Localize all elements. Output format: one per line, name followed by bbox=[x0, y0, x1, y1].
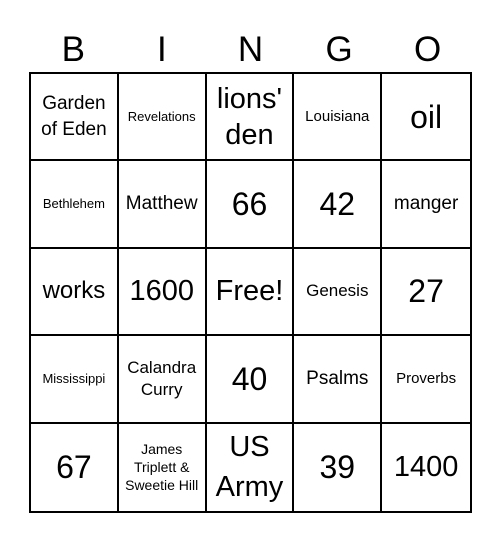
cell-text: 66 bbox=[231, 186, 268, 223]
bingo-cell[interactable]: Genesis bbox=[294, 248, 383, 337]
bingo-cell[interactable]: 67 bbox=[31, 423, 119, 511]
header-letter-o: O bbox=[414, 30, 442, 69]
bingo-cell[interactable]: 39 bbox=[294, 423, 383, 511]
cell-text: Matthew bbox=[125, 193, 198, 215]
cell-text: 40 bbox=[231, 360, 268, 397]
bingo-cell[interactable]: Calandra Curry bbox=[118, 336, 207, 424]
bingo-cell[interactable]: Bethlehem bbox=[31, 161, 119, 249]
cell-text: 27 bbox=[408, 273, 444, 310]
cell-text: oil bbox=[410, 98, 443, 135]
header-letter-g: G bbox=[325, 30, 353, 69]
cell-text: 39 bbox=[319, 449, 356, 486]
cell-text: manger bbox=[393, 193, 459, 215]
bingo-cell[interactable]: 40 bbox=[206, 336, 295, 424]
cell-text: Genesis bbox=[306, 281, 369, 301]
bingo-cell[interactable]: lions' den bbox=[206, 74, 295, 162]
bingo-cell[interactable]: US Army bbox=[207, 423, 295, 511]
bingo-cell[interactable]: Matthew bbox=[118, 161, 207, 249]
bingo-cell[interactable]: 1400 bbox=[382, 424, 470, 511]
cell-text: Revelations bbox=[127, 108, 196, 124]
cell-text: works bbox=[42, 277, 106, 305]
bingo-cell[interactable]: Psalms bbox=[294, 336, 383, 424]
cell-text: Calandra Curry bbox=[127, 357, 197, 399]
bingo-header: B I N G O bbox=[29, 28, 472, 72]
header-letter-b: B bbox=[61, 30, 85, 69]
bingo-cell[interactable]: 66 bbox=[206, 161, 295, 249]
free-space-cell[interactable]: Free! bbox=[206, 248, 295, 337]
cell-text: 67 bbox=[56, 449, 92, 486]
cell-text: Garden of Eden bbox=[41, 92, 107, 140]
cell-text: Psalms bbox=[306, 367, 369, 389]
bingo-cell[interactable]: Proverbs bbox=[382, 336, 470, 424]
bingo-cell[interactable]: works bbox=[31, 248, 119, 337]
bingo-cell[interactable]: oil bbox=[382, 74, 470, 162]
bingo-cell[interactable]: 42 bbox=[294, 161, 383, 249]
cell-text: 42 bbox=[319, 186, 356, 223]
header-letter-n: N bbox=[237, 30, 264, 69]
bingo-cell[interactable]: James Triplett & Sweetie Hill bbox=[119, 423, 207, 511]
bingo-cell[interactable]: Revelations bbox=[118, 74, 207, 162]
cell-text: 1400 bbox=[393, 451, 459, 484]
cell-text: 1600 bbox=[129, 275, 194, 308]
bingo-cell[interactable]: Mississippi bbox=[31, 336, 119, 424]
cell-text: Louisiana bbox=[305, 107, 370, 125]
header-letter-i: I bbox=[157, 30, 167, 69]
bingo-cell[interactable]: manger bbox=[382, 161, 470, 249]
bingo-cell[interactable]: 1600 bbox=[118, 248, 207, 337]
bingo-cell[interactable]: Louisiana bbox=[294, 74, 383, 162]
cell-text: Proverbs bbox=[396, 369, 457, 387]
bingo-cell[interactable]: 27 bbox=[382, 249, 470, 337]
bingo-cell[interactable]: Garden of Eden bbox=[31, 74, 119, 162]
cell-text: lions' den bbox=[216, 82, 283, 151]
cell-text: Free! bbox=[215, 275, 284, 308]
cell-text: Bethlehem bbox=[42, 196, 105, 212]
bingo-grid: Garden of Eden Revelations lions' den Lo… bbox=[29, 72, 472, 513]
cell-text: James Triplett & Sweetie Hill bbox=[125, 441, 199, 494]
cell-text: US Army bbox=[215, 431, 284, 504]
cell-text: Mississippi bbox=[42, 370, 106, 386]
